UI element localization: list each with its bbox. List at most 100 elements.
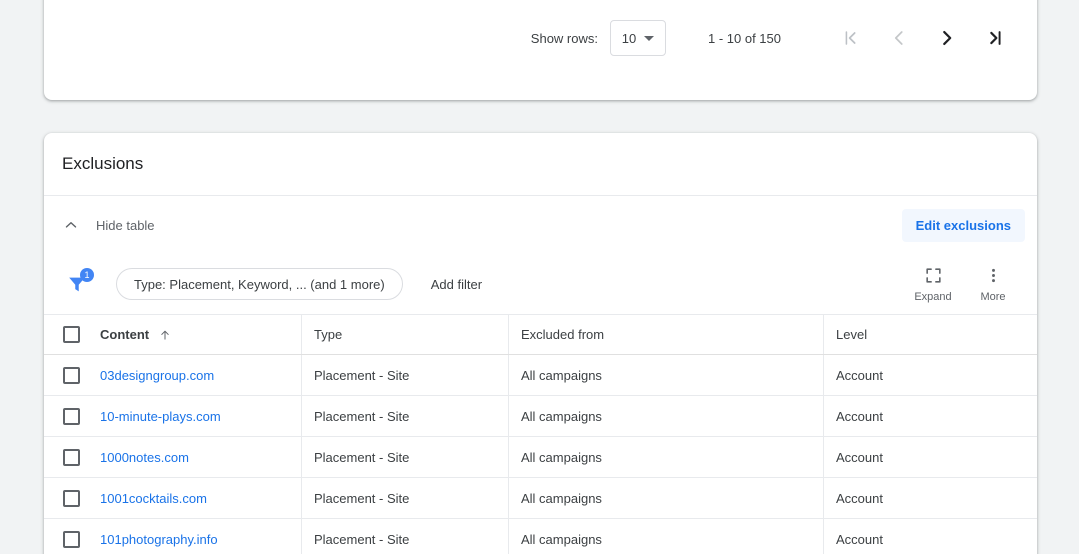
pagination-range-text: 1 - 10 of 150 [708, 30, 781, 46]
filter-count-badge: 1 [80, 268, 94, 282]
table-row[interactable]: 10-minute-plays.com Placement - Site All c… [44, 396, 1037, 437]
cell-type: Placement - Site [302, 396, 509, 436]
table-row[interactable]: 1001cocktails.com Placement - Site All cam… [44, 478, 1037, 519]
row-checkbox[interactable] [62, 530, 80, 548]
page-root: Total: Performanc… Show rows: [0, 0, 1079, 554]
cell-type: Placement - Site [302, 519, 509, 554]
page-title: Exclusions [62, 154, 144, 173]
column-header-content[interactable]: Content [98, 315, 302, 354]
excluded-from-text: All campaigns [521, 449, 602, 465]
row-select-cell [44, 437, 98, 477]
level-text: Account [836, 449, 883, 465]
cell-excluded-from: All campaigns [509, 396, 824, 436]
column-header-type-label: Type [314, 327, 343, 342]
row-select-cell [44, 519, 98, 554]
exclusions-subheader: Hide table Edit exclusions [44, 196, 1037, 254]
first-page-icon[interactable] [827, 18, 875, 58]
type-text: Placement - Site [314, 490, 410, 506]
excluded-from-text: All campaigns [521, 490, 602, 506]
rows-per-page-value: 10 [621, 30, 637, 46]
cell-level: Account [824, 396, 1037, 436]
level-text: Account [836, 490, 883, 506]
chevron-down-icon [644, 35, 655, 41]
exclusions-card: Exclusions Hide table Edit exclusions 1 [44, 133, 1037, 554]
pagination-buttons [827, 18, 1019, 58]
excluded-from-text: All campaigns [521, 408, 602, 424]
filter-funnel-icon[interactable]: 1 [62, 268, 94, 299]
table-header-row: Content Type Excluded from Level [44, 314, 1037, 355]
level-text: Account [836, 367, 883, 383]
cell-excluded-from: All campaigns [509, 355, 824, 395]
type-text: Placement - Site [314, 449, 410, 465]
cell-content: 1000notes.com [98, 437, 302, 477]
edit-exclusions-button[interactable]: Edit exclusions [901, 208, 1025, 242]
column-header-level-label: Level [836, 327, 868, 342]
cell-level: Account [824, 437, 1037, 477]
cell-type: Placement - Site [302, 437, 509, 477]
excluded-from-text: All campaigns [521, 367, 602, 383]
chevron-up-icon [62, 216, 80, 234]
type-text: Placement - Site [314, 531, 410, 547]
table-body: 03designgroup.com Placement - Site All cam… [44, 355, 1037, 554]
show-rows-label: Show rows: [530, 30, 598, 46]
previous-page-icon[interactable] [875, 18, 923, 58]
cell-content: 1001cocktails.com [98, 478, 302, 518]
more-button[interactable]: More [963, 266, 1023, 303]
cell-type: Placement - Site [302, 355, 509, 395]
column-header-excluded-from-label: Excluded from [521, 327, 605, 342]
row-select-cell [44, 396, 98, 436]
content-link[interactable]: 03designgroup.com [100, 368, 214, 383]
expand-button[interactable]: Expand [903, 266, 963, 303]
fullscreen-expand-icon [924, 266, 943, 286]
performance-table-card: Total: Performanc… Show rows: [44, 0, 1037, 100]
row-select-cell [44, 478, 98, 518]
table-row[interactable]: 101photography.info Placement - Site All c… [44, 519, 1037, 554]
exclusions-table: Content Type Excluded from Level 03desig… [44, 314, 1037, 554]
level-text: Account [836, 408, 883, 424]
row-checkbox[interactable] [62, 489, 80, 507]
last-page-icon[interactable] [971, 18, 1019, 58]
filter-chip-type[interactable]: Type: Placement, Keyword, ... (and 1 mor… [116, 268, 403, 300]
cell-content: 101photography.info [98, 519, 302, 554]
arrow-up-icon [158, 328, 172, 342]
hide-table-button[interactable]: Hide table [62, 216, 155, 234]
content-link[interactable]: 101photography.info [100, 532, 218, 547]
row-checkbox[interactable] [62, 448, 80, 466]
type-text: Placement - Site [314, 408, 410, 424]
cell-type: Placement - Site [302, 478, 509, 518]
cell-level: Account [824, 355, 1037, 395]
type-text: Placement - Site [314, 367, 410, 383]
column-header-content-label: Content [100, 327, 150, 342]
pagination-bar: Show rows: 10 1 - 10 of 150 [44, 10, 1037, 66]
content-link[interactable]: 10-minute-plays.com [100, 409, 221, 424]
table-row[interactable]: 03designgroup.com Placement - Site All cam… [44, 355, 1037, 396]
row-checkbox[interactable] [62, 366, 80, 384]
select-all-cell [44, 315, 98, 354]
more-label: More [980, 290, 1006, 303]
column-header-excluded-from[interactable]: Excluded from [509, 315, 824, 354]
column-header-type[interactable]: Type [302, 315, 509, 354]
expand-label: Expand [914, 290, 952, 303]
more-vert-icon [984, 266, 1003, 286]
next-page-icon[interactable] [923, 18, 971, 58]
row-checkbox[interactable] [62, 407, 80, 425]
cell-content: 03designgroup.com [98, 355, 302, 395]
cell-excluded-from: All campaigns [509, 519, 824, 554]
cell-level: Account [824, 478, 1037, 518]
table-toolbar: 1 Type: Placement, Keyword, ... (and 1 m… [44, 254, 1037, 314]
cell-content: 10-minute-plays.com [98, 396, 302, 436]
cell-level: Account [824, 519, 1037, 554]
table-row[interactable]: 1000notes.com Placement - Site All campaig… [44, 437, 1037, 478]
column-header-level[interactable]: Level [824, 315, 1037, 354]
exclusions-title-bar: Exclusions [44, 133, 1037, 196]
level-text: Account [836, 531, 883, 547]
rows-per-page-select[interactable]: 10 [610, 20, 666, 56]
select-all-checkbox[interactable] [62, 326, 80, 343]
cell-excluded-from: All campaigns [509, 437, 824, 477]
row-select-cell [44, 355, 98, 395]
add-filter-button[interactable]: Add filter [431, 277, 482, 292]
content-link[interactable]: 1000notes.com [100, 450, 189, 465]
content-link[interactable]: 1001cocktails.com [100, 491, 207, 506]
cell-excluded-from: All campaigns [509, 478, 824, 518]
excluded-from-text: All campaigns [521, 531, 602, 547]
